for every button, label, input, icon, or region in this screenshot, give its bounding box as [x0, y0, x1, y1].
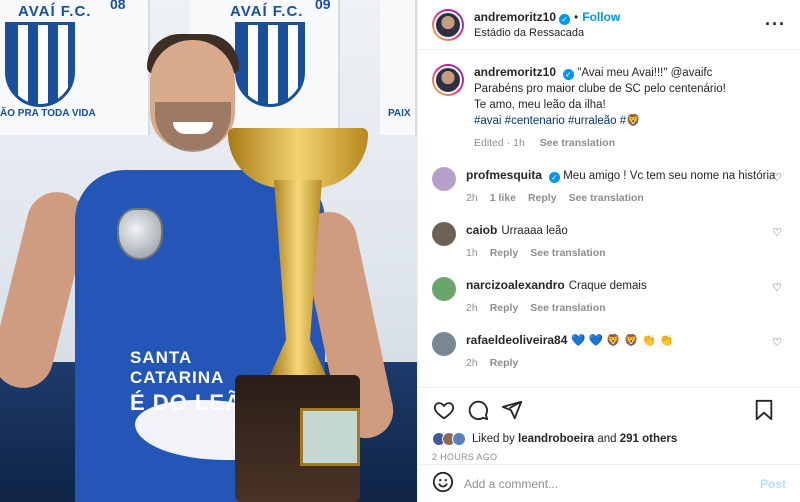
- reply-button[interactable]: Reply: [490, 357, 519, 369]
- reply-button[interactable]: Reply: [528, 192, 557, 204]
- add-comment-bar: Post: [418, 464, 800, 502]
- comments-list[interactable]: andremoritz10 ✓ "Avai meu Avai!!!" @avaif…: [418, 50, 800, 387]
- post-location[interactable]: Estádio da Ressacada: [474, 25, 620, 41]
- separator-dot: •: [574, 9, 579, 24]
- comment-item: rafaeldeoliveira84 💙 💙 🦁 🦁 👏 👏 2h Reply ♡: [432, 332, 786, 371]
- see-translation-link[interactable]: See translation: [530, 247, 605, 259]
- comment-input[interactable]: [464, 476, 760, 491]
- post-actions: Liked by leandroboeira and 291 others 2 …: [418, 387, 800, 502]
- comment-text: Craque demais: [568, 280, 647, 292]
- comment-like-heart-icon[interactable]: ♡: [772, 226, 782, 239]
- comment-time: 2h: [466, 192, 478, 204]
- comment-time: 1h: [466, 247, 478, 259]
- post-side-panel: andremoritz10 ✓ • Follow Estádio da Ressaca…: [417, 0, 800, 502]
- liked-by-user[interactable]: leandroboeira: [518, 433, 594, 445]
- more-options-icon[interactable]: ···: [765, 14, 786, 35]
- locker-number: 08: [110, 0, 126, 12]
- comment-item: profmesquita ✓ Meu amigo ! Vc tem seu nom…: [432, 167, 786, 206]
- emoji-smiley-icon[interactable]: [432, 471, 454, 496]
- liker-avatar: [452, 432, 466, 446]
- author-avatar[interactable]: [432, 8, 464, 41]
- caption-author-avatar[interactable]: [432, 64, 464, 96]
- commenter-avatar[interactable]: [432, 167, 456, 191]
- action-icons: [432, 398, 786, 422]
- like-heart-icon[interactable]: [432, 398, 456, 422]
- comment-like-heart-icon[interactable]: ♡: [772, 336, 782, 349]
- commenter-username[interactable]: caiob: [466, 223, 497, 237]
- commenter-avatar[interactable]: [432, 332, 456, 356]
- caption-line-1: "Avai meu Avai!!!" @avaifc: [577, 67, 713, 79]
- follow-button[interactable]: Follow: [582, 10, 620, 24]
- commenter-username[interactable]: profmesquita: [466, 168, 542, 182]
- caption-body: andremoritz10 ✓ "Avai meu Avai!!!" @avaif…: [474, 64, 786, 151]
- liked-by-prefix: Liked by: [472, 433, 515, 445]
- medal-icon: [117, 208, 163, 260]
- locker-right: PAIX: [380, 0, 417, 135]
- commenter-avatar[interactable]: [432, 277, 456, 301]
- liked-by-and: and: [597, 433, 617, 445]
- comment-likes[interactable]: 1 like: [490, 192, 516, 204]
- instagram-post-modal: 08 AVAÍ F.C. ÃO PRA TODA VIDA 09 AVAÍ F.…: [0, 0, 800, 502]
- post-caption: andremoritz10 ✓ "Avai meu Avai!!!" @avaif…: [432, 64, 786, 151]
- verified-badge-icon: ✓: [563, 69, 575, 80]
- see-translation-link[interactable]: See translation: [569, 192, 644, 204]
- caption-hashtags[interactable]: #avai #centenario #urraleão #🦁: [474, 113, 786, 129]
- author-username[interactable]: andremoritz10: [474, 10, 556, 24]
- comment-meta: 1h Reply See translation: [466, 245, 786, 261]
- comment-like-heart-icon[interactable]: ♡: [772, 171, 782, 184]
- verified-badge-icon: ✓: [549, 172, 561, 183]
- likes-summary: Liked by leandroboeira and 291 others: [432, 432, 786, 446]
- comment-body: caiob Urraaaa leão 1h Reply See translation: [466, 222, 786, 261]
- caption-meta: Edited · 1h See translation: [474, 135, 786, 151]
- reply-button[interactable]: Reply: [490, 247, 519, 259]
- comment-meta: 2h Reply See translation: [466, 300, 786, 316]
- post-photo[interactable]: 08 AVAÍ F.C. ÃO PRA TODA VIDA 09 AVAÍ F.…: [0, 0, 417, 502]
- club-name-left: AVAÍ F.C.: [18, 3, 92, 20]
- post-header: andremoritz10 ✓ • Follow Estádio da Ressaca…: [418, 0, 800, 50]
- comment-meta: 2h 1 like Reply See translation: [466, 190, 786, 206]
- bookmark-icon[interactable]: [752, 398, 776, 422]
- comment-body: narcizoalexandro Craque demais 2h Reply See …: [466, 277, 786, 316]
- comment-body: rafaeldeoliveira84 💙 💙 🦁 🦁 👏 👏 2h Reply: [466, 332, 786, 371]
- comment-time: 2h: [466, 357, 478, 369]
- share-send-icon[interactable]: [500, 398, 524, 422]
- author-info: andremoritz10 ✓ • Follow Estádio da Ressaca…: [474, 9, 620, 41]
- shirt-text-line1: SANTA: [130, 348, 193, 367]
- commenter-username[interactable]: rafaeldeoliveira84: [466, 333, 567, 347]
- player-smile: [173, 122, 213, 134]
- locker-number: 09: [315, 0, 331, 12]
- comment-bubble-icon[interactable]: [466, 398, 490, 422]
- comment-time: 2h: [466, 302, 478, 314]
- caption-line-3: Te amo, meu leão da ilha!: [474, 99, 606, 111]
- comment-meta: 2h Reply: [466, 355, 786, 371]
- see-translation-link[interactable]: See translation: [540, 137, 615, 149]
- commenter-username[interactable]: narcizoalexandro: [466, 278, 565, 292]
- shirt-text-line2: CATARINA: [130, 368, 225, 387]
- comment-item: narcizoalexandro Craque demais 2h Reply See …: [432, 277, 786, 316]
- shirt-text-line3: É DO LEÃ: [130, 390, 242, 415]
- see-translation-link[interactable]: See translation: [530, 302, 605, 314]
- comment-body: profmesquita ✓ Meu amigo ! Vc tem seu nom…: [466, 167, 786, 206]
- comment-text: Meu amigo ! Vc tem seu nome na história: [563, 170, 776, 182]
- comment-like-heart-icon[interactable]: ♡: [772, 281, 782, 294]
- verified-badge-icon: ✓: [559, 13, 571, 25]
- caption-line-2: Parabéns pro maior clube de SC pelo cent…: [474, 83, 726, 95]
- post-timestamp: 2 HOURS AGO: [432, 452, 498, 462]
- comment-item: caiob Urraaaa leão 1h Reply See translation ♡: [432, 222, 786, 261]
- comment-text: 💙 💙 🦁 🦁 👏 👏: [571, 335, 674, 347]
- club-name-middle: AVAÍ F.C.: [230, 3, 304, 20]
- caption-username[interactable]: andremoritz10: [474, 65, 556, 79]
- likes-count[interactable]: 291 others: [620, 433, 678, 445]
- comment-text: Urraaaa leão: [501, 225, 568, 237]
- commenter-avatar[interactable]: [432, 222, 456, 246]
- club-motto-right: PAIX: [388, 108, 411, 119]
- post-comment-button[interactable]: Post: [760, 477, 786, 491]
- liker-avatars: [432, 432, 466, 446]
- trophy-plate: [300, 408, 360, 466]
- edited-time: Edited · 1h: [474, 137, 525, 149]
- reply-button[interactable]: Reply: [490, 302, 519, 314]
